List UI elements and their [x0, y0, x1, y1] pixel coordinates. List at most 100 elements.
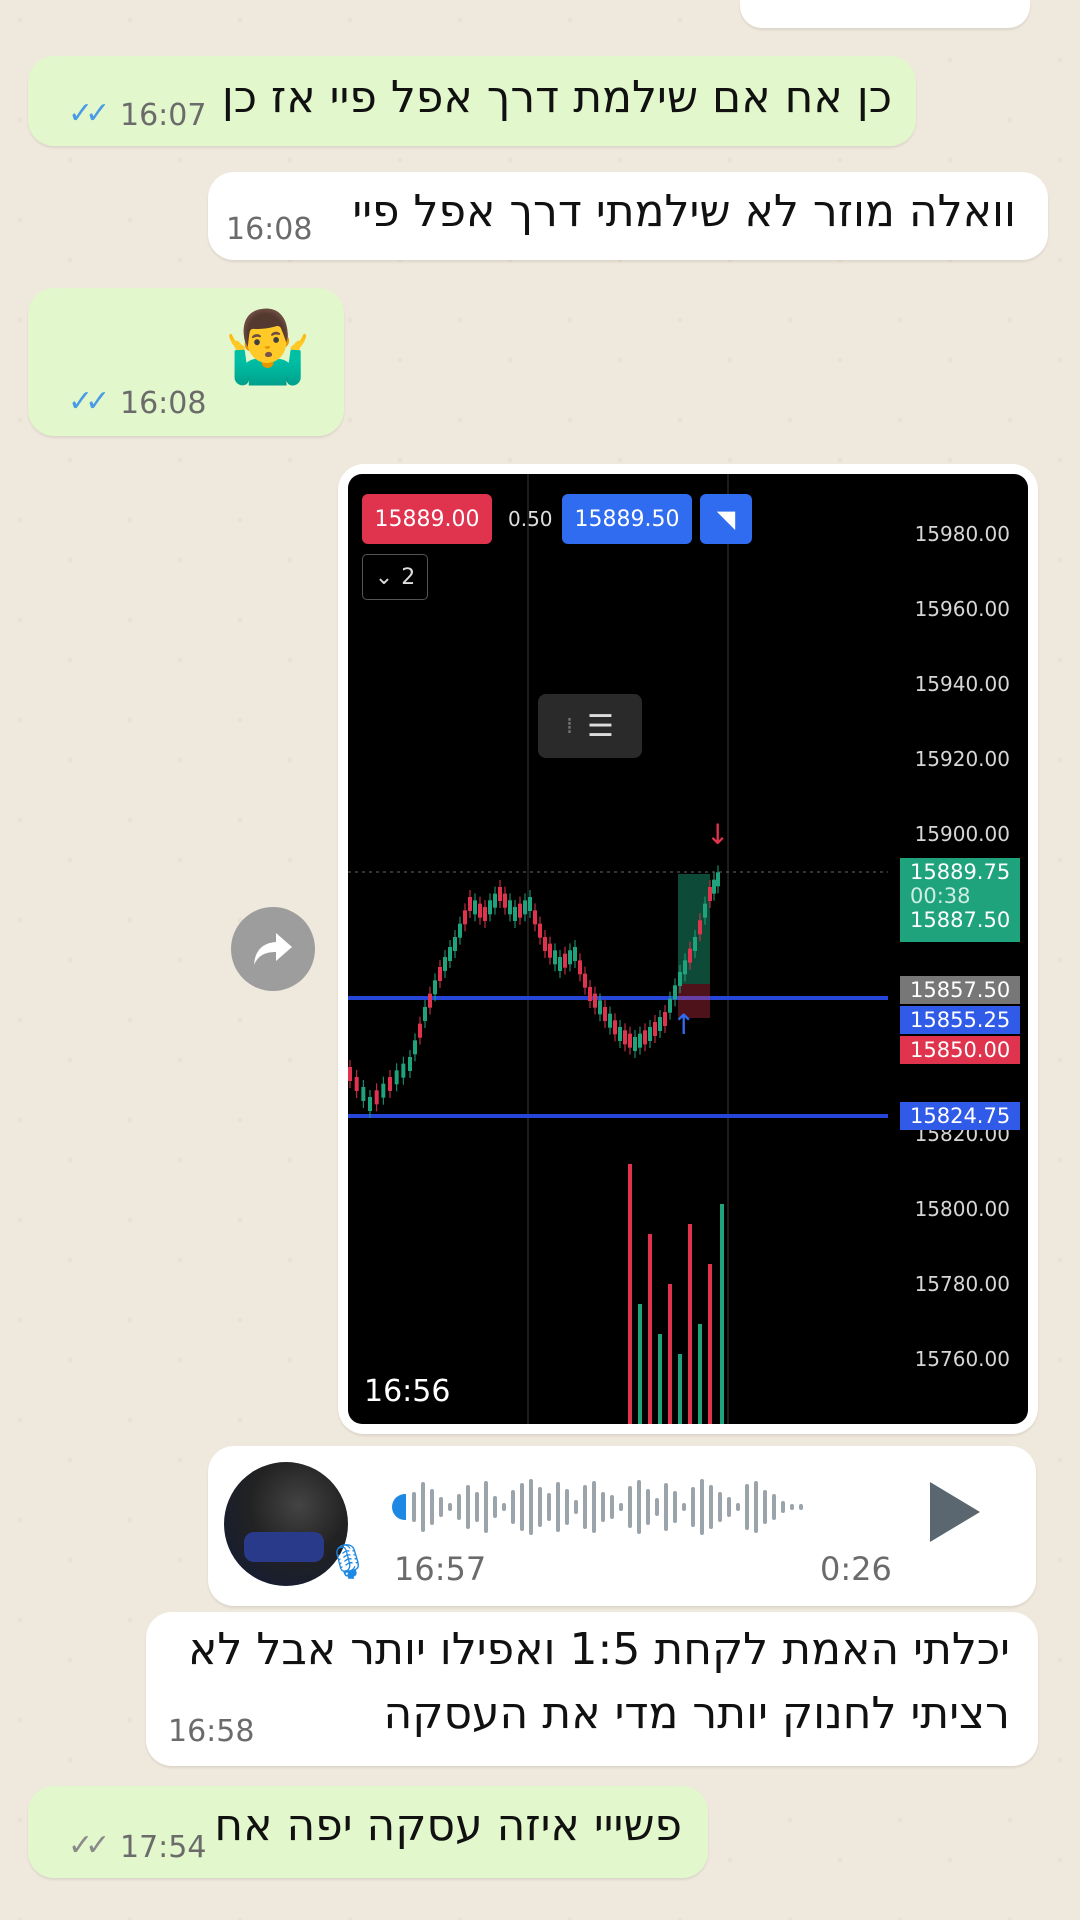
- candle-body: [693, 937, 697, 951]
- candle-body: [518, 903, 522, 918]
- y-tick-label: 15780.00: [914, 1272, 1010, 1296]
- microphone-icon: 🎙: [326, 1542, 370, 1582]
- read-receipt-icon: ✓✓: [68, 96, 110, 131]
- delivered-receipt-icon: ✓✓: [68, 1828, 110, 1863]
- candle-body: [463, 910, 467, 925]
- volume-bar: [638, 1304, 642, 1424]
- volume-bar: [658, 1334, 662, 1424]
- play-icon[interactable]: [930, 1482, 980, 1542]
- candle-body: [408, 1057, 412, 1071]
- candle-body: [673, 985, 677, 1000]
- candle-body: [683, 960, 687, 975]
- candle-body: [653, 1022, 657, 1036]
- price-tag-red: 15850.00: [900, 1036, 1020, 1064]
- candle-body: [448, 947, 452, 961]
- candle-body: [508, 900, 512, 915]
- sell-price-button[interactable]: 15889.00: [362, 494, 492, 544]
- message-time: 16:08: [226, 212, 313, 247]
- candle-body: [374, 1090, 379, 1105]
- position-profit-zone: [678, 874, 710, 984]
- voice-message-time: 16:57: [394, 1550, 487, 1588]
- candle-body: [368, 1097, 372, 1111]
- candle-body: [423, 1007, 427, 1021]
- candle-body: [568, 950, 572, 965]
- y-tick-label: 15900.00: [914, 822, 1010, 846]
- candle-body: [488, 900, 492, 915]
- candle-body: [708, 887, 712, 901]
- message-text-line-2: רציתי לחנוק יותר מדי את העסקה: [383, 1688, 1010, 1739]
- trade-icon: ◥: [716, 505, 736, 533]
- candle-body: [608, 1013, 612, 1028]
- last-price: 15889.75: [910, 860, 1011, 884]
- candle-body: [623, 1030, 627, 1045]
- candle-body: [598, 1000, 602, 1015]
- candle-body: [361, 1087, 366, 1101]
- volume-bar: [720, 1204, 724, 1424]
- message-text: וואלה מוזר לא שילמתי דרך אפל פיי: [352, 186, 1016, 237]
- y-tick-label: 15940.00: [914, 672, 1010, 696]
- candle-body: [593, 993, 597, 1008]
- candle-body: [388, 1077, 392, 1091]
- drag-handle-icon: ⁞: [566, 713, 574, 739]
- candle-body: [523, 900, 527, 915]
- volume-bar: [708, 1264, 712, 1424]
- candle-body: [638, 1033, 642, 1048]
- candle-body: [394, 1070, 399, 1085]
- read-receipt-icon: ✓✓: [68, 384, 110, 419]
- candle-body: [413, 1040, 417, 1055]
- message-bubble-outgoing[interactable]: פשייי איזה עסקה יפה אח 17:54 ✓✓: [28, 1786, 708, 1878]
- candle-body: [498, 887, 502, 901]
- candle-body: [381, 1083, 386, 1098]
- candle-body: [354, 1077, 359, 1091]
- volume-bar: [678, 1354, 682, 1424]
- chart-screenshot[interactable]: ↓ ↑ 15889.00 0.50 15889.50 ◥ ⌄ 2 ⁞ ☰ 1598…: [348, 474, 1028, 1424]
- message-bubble-outgoing[interactable]: כן אח אם שילמת דרך אפל פיי אז כן 16:07 ✓…: [28, 56, 916, 146]
- candle-body: [438, 967, 442, 981]
- chart-settings-button[interactable]: ⁞ ☰: [538, 694, 642, 758]
- candle-body: [588, 987, 592, 1001]
- shrug-emoji-icon: 🤷‍♂️: [224, 306, 312, 388]
- message-time: 16:08: [120, 386, 207, 421]
- candle-body: [503, 893, 507, 908]
- volume-bar: [628, 1164, 632, 1424]
- last-price-tag: 15889.75 00:38 15887.50: [900, 858, 1020, 942]
- spread-value: 0.50: [508, 507, 553, 531]
- voice-waveform[interactable]: [412, 1476, 892, 1536]
- volume-bar: [698, 1324, 702, 1424]
- bar-countdown: 00:38: [910, 884, 971, 908]
- volume-bar: [648, 1234, 652, 1424]
- trade-mode-button[interactable]: ◥: [700, 494, 752, 544]
- candle-body: [603, 1007, 607, 1021]
- candle-body: [401, 1063, 406, 1078]
- playback-position-dot[interactable]: [392, 1494, 406, 1520]
- candle-body: [633, 1037, 637, 1051]
- price-tag-gray: 15857.50: [900, 976, 1020, 1004]
- candle-body: [663, 1012, 667, 1026]
- candle-body: [418, 1023, 422, 1038]
- candle-body: [613, 1020, 617, 1035]
- message-bubble-incoming[interactable]: יכלתי האמת לקחת 1:5 ואפילו יותר אבל לא ר…: [146, 1612, 1038, 1766]
- voice-message-bubble[interactable]: 🎙 16:57 0:26: [208, 1446, 1036, 1606]
- message-time: 16:58: [168, 1714, 255, 1749]
- message-bubble-incoming[interactable]: וואלה מוזר לא שילמתי דרך אפל פיי 16:08: [208, 172, 1048, 260]
- forward-button[interactable]: [231, 907, 315, 991]
- layers-dropdown[interactable]: ⌄ 2: [362, 554, 428, 600]
- candle-body: [688, 948, 692, 963]
- candle-body: [648, 1027, 652, 1041]
- candle-body: [433, 980, 437, 995]
- candle-body: [583, 973, 587, 988]
- volume-bar: [668, 1284, 672, 1424]
- forward-arrow-icon: [254, 933, 292, 965]
- y-tick-label: 15980.00: [914, 522, 1010, 546]
- candle-body: [573, 947, 577, 961]
- candle-body: [628, 1033, 632, 1048]
- candle-body: [478, 903, 482, 918]
- buy-price-button[interactable]: 15889.50: [562, 494, 692, 544]
- message-bubble-outgoing[interactable]: 🤷‍♂️ 16:08 ✓✓: [28, 288, 344, 436]
- chevron-down-icon: ⌄: [374, 564, 394, 590]
- candle-body: [712, 879, 716, 894]
- message-text-line-1: יכלתי האמת לקחת 1:5 ואפילו יותר אבל לא: [187, 1624, 1010, 1675]
- candle-body: [678, 972, 682, 986]
- candle-body: [698, 920, 702, 935]
- price-tag-blue-lower: 15824.75: [900, 1102, 1020, 1130]
